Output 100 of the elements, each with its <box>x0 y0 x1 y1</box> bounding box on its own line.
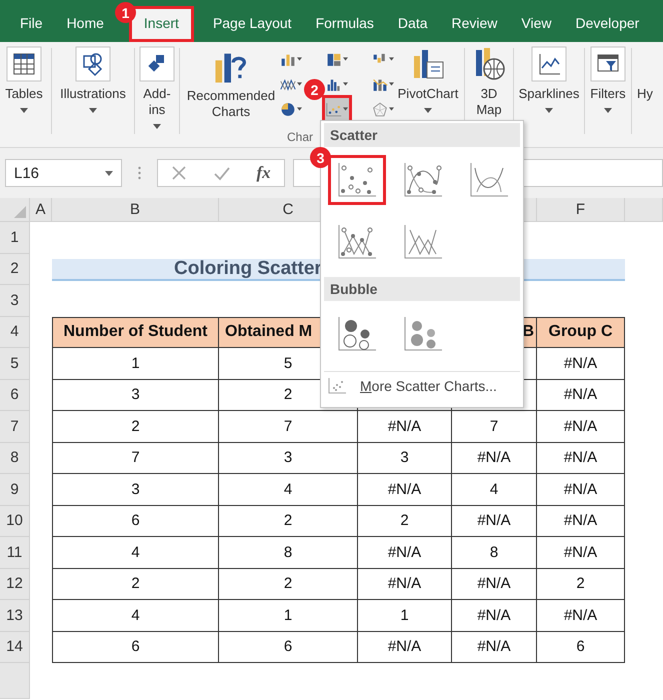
table-cell: 4 <box>452 474 537 506</box>
ribbon-tab[interactable]: Review <box>450 9 500 39</box>
ribbon-tab[interactable]: File <box>18 9 45 39</box>
line-chart-icon <box>280 76 296 92</box>
menu-section-header: Scatter <box>324 123 520 147</box>
ribbon-button[interactable]: Illustrations <box>55 46 131 113</box>
table-cell: 2 <box>358 506 452 537</box>
chart-type-button[interactable] <box>325 98 349 120</box>
row-header[interactable]: 6 <box>0 380 30 411</box>
table-cell: 4 <box>52 600 219 632</box>
chart-option[interactable] <box>328 155 386 205</box>
caret-icon <box>297 57 302 61</box>
table-cell: 2 <box>219 568 358 600</box>
table-cell: #N/A <box>452 632 537 663</box>
caret-icon <box>389 82 394 86</box>
row-header[interactable]: 2 <box>0 254 30 285</box>
caret-icon <box>343 82 348 86</box>
column-header[interactable]: F <box>537 198 625 222</box>
menu-section-header: Bubble <box>324 277 520 301</box>
table-cell: #N/A <box>537 380 625 411</box>
table-cell: #N/A <box>452 506 537 537</box>
ribbon-tab[interactable]: Formulas <box>314 9 376 39</box>
column-header[interactable]: B <box>52 198 219 222</box>
ribbon-button[interactable]: Tables <box>0 46 48 113</box>
row-header[interactable]: 1 <box>0 222 30 254</box>
table-cell: #N/A <box>537 442 625 474</box>
treemap-icon <box>326 52 342 66</box>
table-cell: #N/A <box>537 474 625 506</box>
histogram-icon <box>326 76 342 92</box>
table-cell: #N/A <box>537 537 625 568</box>
row-header[interactable]: 10 <box>0 506 30 537</box>
straight-line-chart-icon <box>403 224 443 260</box>
table-cell: 4 <box>219 474 358 506</box>
table-cell: #N/A <box>452 568 537 600</box>
scatter-dots-icon <box>328 378 346 394</box>
table-cell: 6 <box>219 632 358 663</box>
row-header[interactable]: 5 <box>0 348 30 380</box>
table-cell: #N/A <box>537 600 625 632</box>
caret-icon <box>389 107 394 111</box>
ribbon-tab[interactable]: Page Layout <box>210 9 294 39</box>
table-cell: 7 <box>452 411 537 442</box>
header-cell: Group C <box>537 316 625 348</box>
row-header[interactable]: 9 <box>0 474 30 506</box>
check-icon[interactable] <box>214 165 230 181</box>
ribbon-tab[interactable]: Data <box>396 9 430 39</box>
table-cell: 3 <box>219 442 358 474</box>
ribbon-button[interactable]: Sparklines <box>517 46 581 113</box>
bubble-3d-chart-icon <box>403 316 443 352</box>
table-cell: 2 <box>219 506 358 537</box>
table-cell: #N/A <box>358 474 452 506</box>
insert-function-button[interactable]: fx <box>256 163 271 183</box>
triangle-icon <box>14 206 26 218</box>
smooth-markers-chart-icon <box>403 162 443 198</box>
ribbon-tab[interactable]: Developer <box>574 9 642 39</box>
ribbon-tab[interactable]: View <box>519 9 554 39</box>
table-cell: 2 <box>52 568 219 600</box>
cancel-icon[interactable] <box>171 165 188 181</box>
table-cell: 7 <box>52 442 219 474</box>
row-header[interactable]: 4 <box>0 316 30 348</box>
table-cell: 4 <box>52 537 219 568</box>
table-cell: 8 <box>219 537 358 568</box>
row-header[interactable]: 12 <box>0 568 30 600</box>
caret-icon <box>297 82 302 86</box>
row-header[interactable]: 14 <box>0 632 30 663</box>
table-cell: 2 <box>537 568 625 600</box>
table-cell: #N/A <box>452 600 537 632</box>
ribbon-button[interactable]: PivotChart <box>395 46 461 113</box>
ribbon-button[interactable]: Recommended Charts <box>183 46 279 120</box>
table-cell: 1 <box>219 600 358 632</box>
radar-chart-icon <box>372 102 388 116</box>
ribbon-button[interactable]: Add-ins <box>138 46 176 129</box>
table-cell: 2 <box>52 411 219 442</box>
table-cell: #N/A <box>537 348 625 380</box>
smooth-line-chart-icon <box>469 162 509 198</box>
sheet-title: Coloring Scatter <box>174 258 322 280</box>
column-chart-icon <box>280 52 296 66</box>
ribbon-tab[interactable]: Home <box>64 9 106 39</box>
table-cell: #N/A <box>537 411 625 442</box>
ribbon-tab[interactable]: Insert <box>132 9 191 39</box>
row-header[interactable]: 3 <box>0 285 30 316</box>
table-cell: #N/A <box>537 506 625 537</box>
table-cell: 6 <box>52 506 219 537</box>
pie-chart-icon <box>280 102 296 116</box>
table-cell: 3 <box>52 474 219 506</box>
table-cell: 1 <box>358 600 452 632</box>
row-header[interactable]: 11 <box>0 537 30 568</box>
table-cell: #N/A <box>358 632 452 663</box>
table-cell: 7 <box>219 411 358 442</box>
caret-icon <box>343 107 348 111</box>
column-header[interactable]: A <box>30 198 52 222</box>
ribbon-button[interactable]: Hy <box>635 46 655 102</box>
straight-markers-chart-icon <box>337 224 377 260</box>
row-header[interactable]: 13 <box>0 600 30 632</box>
ribbon-button[interactable]: Filters <box>588 46 628 113</box>
cube-icon <box>139 46 175 82</box>
row-header[interactable]: 8 <box>0 442 30 474</box>
table-cell: 3 <box>358 442 452 474</box>
row-header[interactable]: 7 <box>0 411 30 442</box>
name-box[interactable]: L16 <box>5 159 122 187</box>
scatter-chart-icon <box>337 162 377 198</box>
